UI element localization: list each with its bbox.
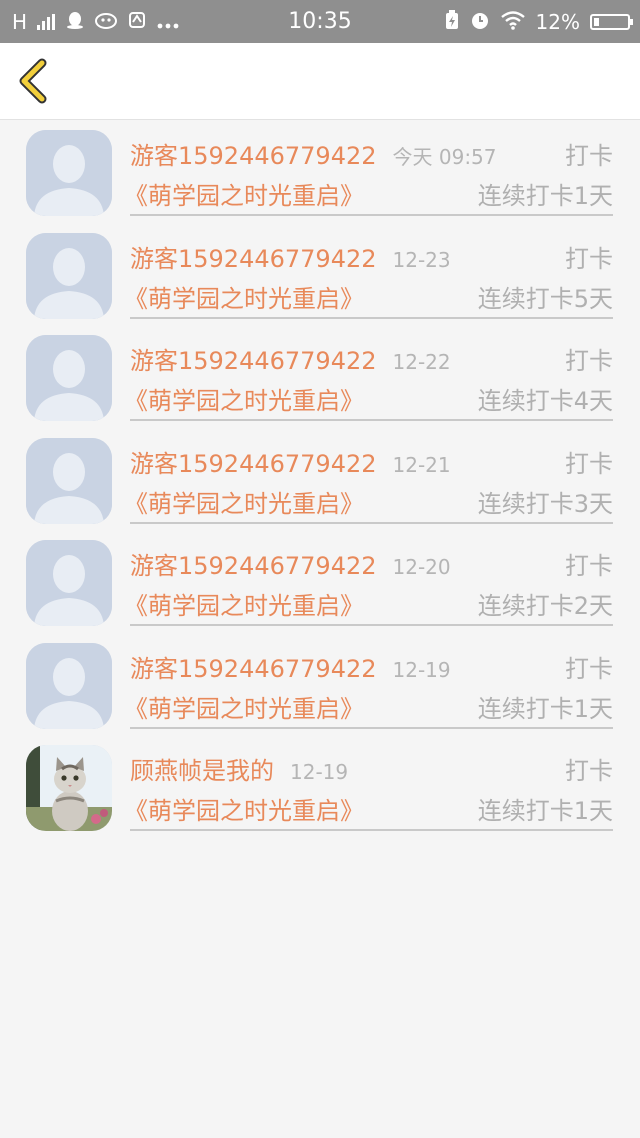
default-avatar[interactable] xyxy=(26,642,112,729)
book-title[interactable]: 《萌学园之时光重启》 xyxy=(124,586,364,621)
list-item[interactable]: 游客1592446779422 12-21 打卡 《萌学园之时光重启》 连续打卡3… xyxy=(0,428,640,531)
book-title[interactable]: 《萌学园之时光重启》 xyxy=(124,381,364,416)
item-info: 游客1592446779422 12-20 打卡 《萌学园之时光重启》 连续打卡2… xyxy=(124,540,613,626)
chevron-left-icon xyxy=(19,58,47,104)
back-button[interactable] xyxy=(14,57,54,107)
streak-label: 连续打卡2天 xyxy=(477,592,613,620)
streak-label: 连续打卡3天 xyxy=(477,489,613,518)
alarm-icon xyxy=(470,10,490,35)
user-name[interactable]: 游客1592446779422 xyxy=(130,552,377,580)
list-item[interactable]: 游客1592446779422 12-22 打卡 《萌学园之时光重启》 连续打卡4… xyxy=(0,325,640,428)
user-name[interactable]: 游客1592446779422 xyxy=(130,142,377,170)
action-label: 打卡 xyxy=(565,244,613,273)
battery-percent: 12% xyxy=(535,10,580,34)
action-label: 打卡 xyxy=(565,552,613,580)
action-label: 打卡 xyxy=(565,142,613,170)
item-info: 游客1592446779422 今天 09:57 打卡 《萌学园之时光重启》 连续… xyxy=(124,130,613,216)
wifi-icon xyxy=(500,10,526,35)
list-item[interactable]: 游客1592446779422 12-20 打卡 《萌学园之时光重启》 连续打卡2… xyxy=(0,530,640,633)
battery-saver-icon xyxy=(444,9,460,35)
user-name[interactable]: 游客1592446779422 xyxy=(130,245,377,273)
checkin-list: 游客1592446779422 今天 09:57 打卡 《萌学园之时光重启》 连续… xyxy=(0,120,640,838)
list-item[interactable]: 游客1592446779422 12-23 打卡 《萌学园之时光重启》 连续打卡5… xyxy=(0,223,640,326)
checkin-date: 12-19 xyxy=(392,657,451,682)
battery-icon xyxy=(590,14,633,30)
action-label: 打卡 xyxy=(565,347,613,375)
book-title[interactable]: 《萌学园之时光重启》 xyxy=(124,279,364,314)
item-info: 游客1592446779422 12-21 打卡 《萌学园之时光重启》 连续打卡3… xyxy=(124,438,613,524)
checkin-date: 12-23 xyxy=(392,247,451,272)
user-name[interactable]: 游客1592446779422 xyxy=(130,655,377,683)
action-label: 打卡 xyxy=(565,757,613,785)
streak-label: 连续打卡1天 xyxy=(477,182,613,210)
status-bar: H 10:35 12% xyxy=(0,0,640,43)
checkin-date: 12-22 xyxy=(392,350,451,374)
default-avatar[interactable] xyxy=(26,335,112,421)
book-title[interactable]: 《萌学园之时光重启》 xyxy=(124,176,364,211)
action-label: 打卡 xyxy=(565,449,613,478)
streak-label: 连续打卡4天 xyxy=(477,387,613,415)
list-item[interactable]: 游客1592446779422 12-19 打卡 《萌学园之时光重启》 连续打卡1… xyxy=(0,633,640,736)
user-name[interactable]: 游客1592446779422 xyxy=(130,450,377,478)
default-avatar[interactable] xyxy=(26,437,112,524)
item-info: 游客1592446779422 12-22 打卡 《萌学园之时光重启》 连续打卡4… xyxy=(124,335,613,421)
streak-label: 连续打卡1天 xyxy=(477,694,613,723)
streak-label: 连续打卡5天 xyxy=(477,284,613,313)
list-item[interactable]: 顾燕帧是我的 12-19 打卡 《萌学园之时光重启》 连续打卡1天 xyxy=(0,735,640,838)
book-title[interactable]: 《萌学园之时光重启》 xyxy=(124,791,364,826)
list-item[interactable]: 游客1592446779422 今天 09:57 打卡 《萌学园之时光重启》 连续… xyxy=(0,120,640,223)
default-avatar[interactable] xyxy=(26,232,112,319)
cat-photo-avatar[interactable] xyxy=(26,745,112,831)
item-info: 游客1592446779422 12-23 打卡 《萌学园之时光重启》 连续打卡5… xyxy=(124,233,613,319)
streak-label: 连续打卡1天 xyxy=(477,797,613,825)
status-right: 12% xyxy=(444,8,633,36)
checkin-date: 12-19 xyxy=(290,760,349,784)
item-info: 顾燕帧是我的 12-19 打卡 《萌学园之时光重启》 连续打卡1天 xyxy=(124,745,613,831)
nav-bar xyxy=(0,43,640,120)
user-name[interactable]: 顾燕帧是我的 xyxy=(130,757,274,785)
checkin-date: 12-21 xyxy=(392,452,451,477)
default-avatar[interactable] xyxy=(26,540,112,626)
checkin-date: 今天 09:57 xyxy=(392,145,497,169)
book-title[interactable]: 《萌学园之时光重启》 xyxy=(124,689,364,724)
book-title[interactable]: 《萌学园之时光重启》 xyxy=(124,484,364,519)
checkin-date: 12-20 xyxy=(392,555,451,579)
default-avatar[interactable] xyxy=(26,130,112,216)
user-name[interactable]: 游客1592446779422 xyxy=(130,347,377,375)
item-info: 游客1592446779422 12-19 打卡 《萌学园之时光重启》 连续打卡1… xyxy=(124,643,613,729)
action-label: 打卡 xyxy=(565,654,613,683)
